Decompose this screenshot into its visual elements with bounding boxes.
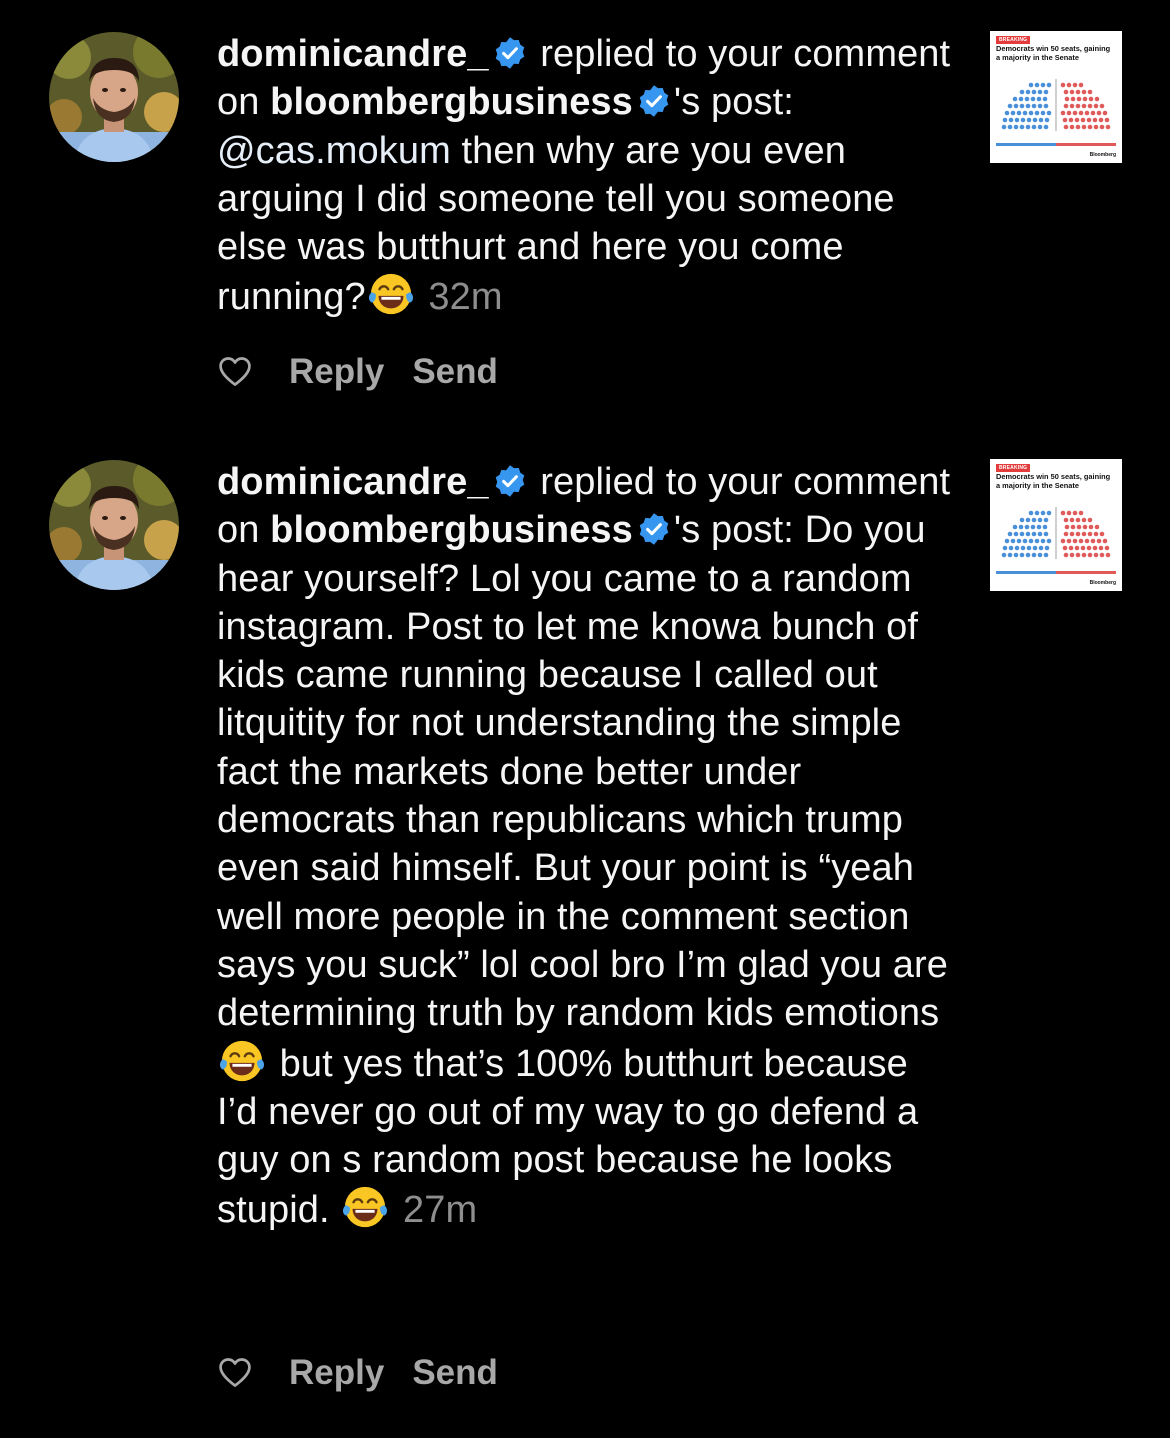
verified-badge-icon	[637, 84, 671, 118]
possessive-text: 's post:	[673, 509, 794, 552]
post-thumbnail[interactable]: BREAKING Democrats win 50 seats, gaining…	[990, 459, 1122, 591]
reply-button[interactable]: Reply	[289, 352, 384, 392]
heart-icon[interactable]	[217, 1355, 253, 1391]
reply-button[interactable]: Reply	[289, 1353, 384, 1393]
post-thumbnail[interactable]: BREAKING Democrats win 50 seats, gaining…	[990, 31, 1122, 163]
verified-badge-icon	[493, 36, 527, 70]
timestamp: 27m	[403, 1189, 478, 1232]
tears-of-joy-emoji-icon	[368, 271, 414, 317]
mention-link[interactable]: @cas.mokum	[217, 130, 451, 172]
verified-badge-icon	[637, 512, 671, 546]
username-link[interactable]: dominicandre_	[217, 33, 489, 75]
send-button[interactable]: Send	[412, 1353, 498, 1393]
heart-icon[interactable]	[217, 354, 253, 390]
post-owner-link[interactable]: bloombergbusiness	[270, 81, 633, 123]
thumbnail-brand: Bloomberg	[1089, 152, 1116, 158]
post-owner-link[interactable]: bloombergbusiness	[270, 509, 633, 551]
breaking-tag: BREAKING	[996, 464, 1031, 472]
notification-text: dominicandre_ replied to your comment on…	[217, 30, 957, 322]
notification-text: dominicandre_ replied to your comment on…	[217, 458, 957, 1235]
tears-of-joy-emoji-icon	[219, 1038, 265, 1084]
comment-body-continued: but yes that’s 100% butthurt because I’d…	[217, 1042, 919, 1232]
tears-of-joy-emoji-icon	[342, 1184, 388, 1230]
breaking-tag: BREAKING	[996, 36, 1031, 44]
avatar[interactable]	[49, 32, 179, 162]
thumbnail-headline: Democrats win 50 seats, gaining a majori…	[996, 472, 1111, 490]
action-row: Reply Send	[217, 352, 498, 392]
possessive-text: 's post:	[673, 81, 794, 124]
send-button[interactable]: Send	[412, 352, 498, 392]
username-link[interactable]: dominicandre_	[217, 461, 489, 503]
thumbnail-headline: Democrats win 50 seats, gaining a majori…	[996, 44, 1111, 62]
thumbnail-brand: Bloomberg	[1089, 580, 1116, 586]
action-row: Reply Send	[217, 1353, 498, 1393]
comment-body: Do you hear yourself? Lol you came to a …	[217, 509, 948, 1035]
verified-badge-icon	[493, 464, 527, 498]
timestamp: 32m	[428, 276, 503, 319]
avatar[interactable]	[49, 460, 179, 590]
